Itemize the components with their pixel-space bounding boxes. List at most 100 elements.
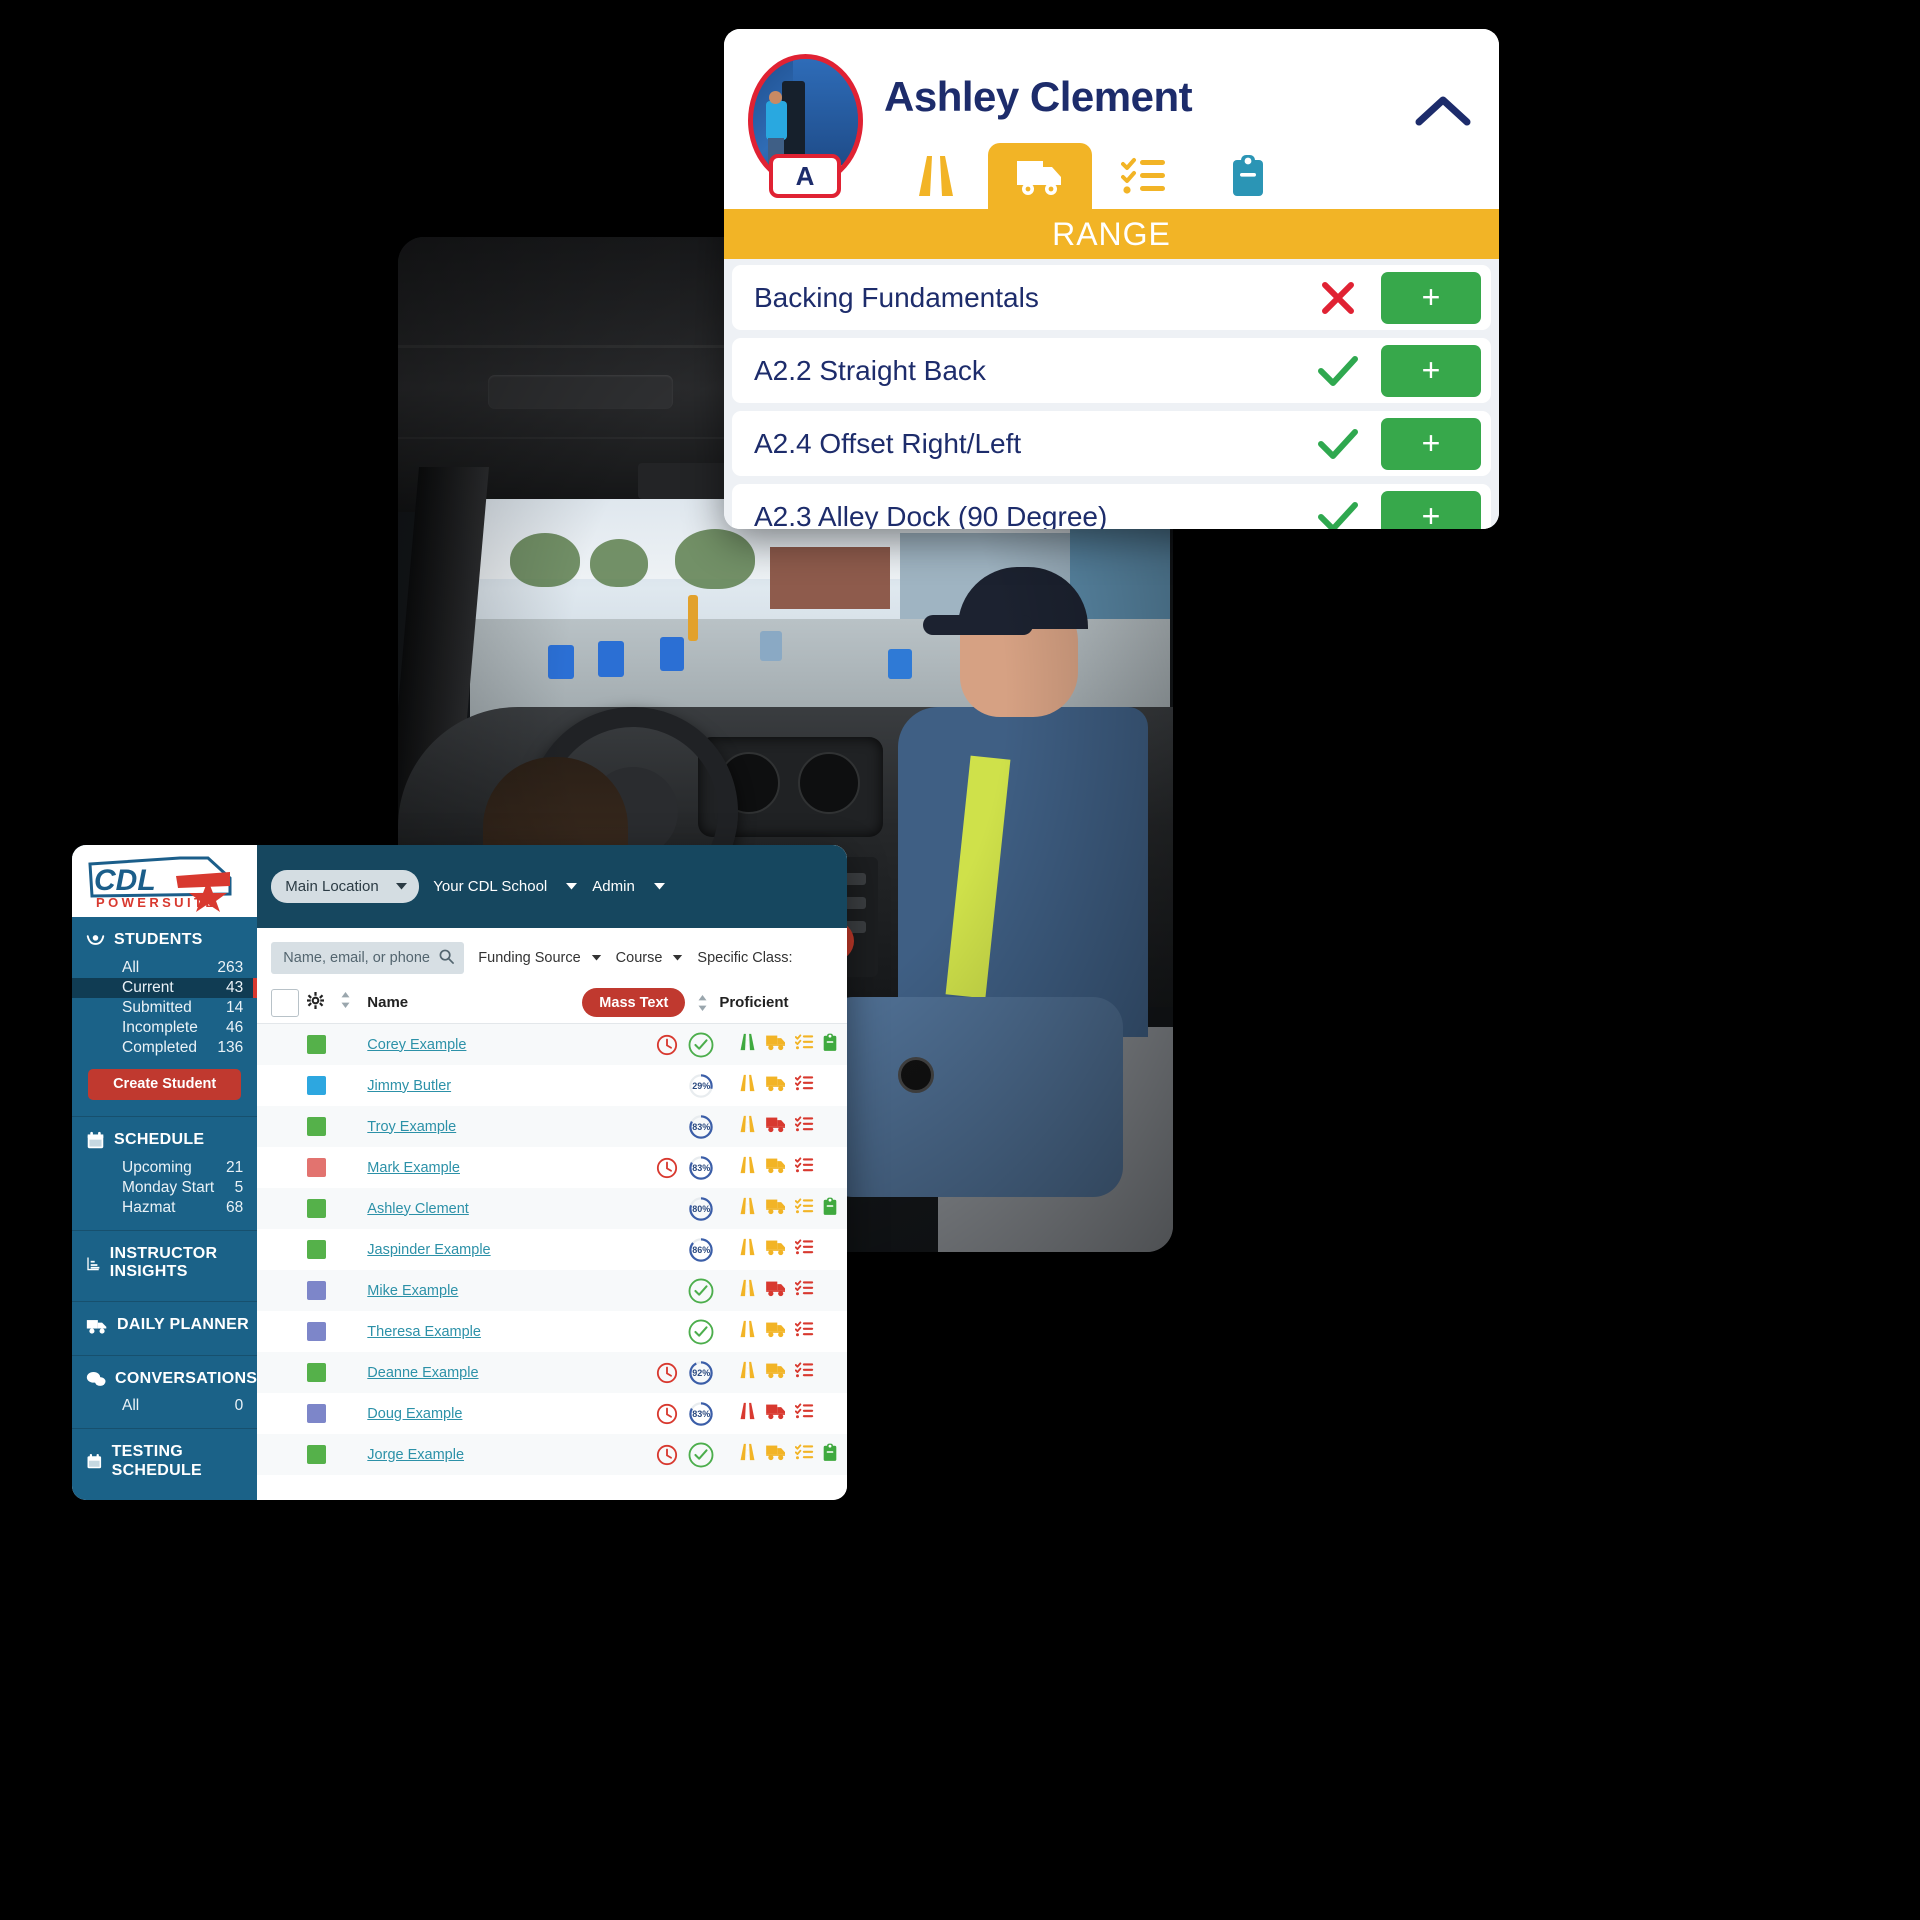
table-row[interactable]: Mike Example bbox=[257, 1270, 847, 1311]
student-name-link[interactable]: Mike Example bbox=[367, 1282, 582, 1300]
truck-icon[interactable] bbox=[765, 1197, 787, 1220]
table-row[interactable]: Doug Example 83% bbox=[257, 1393, 847, 1434]
search-input[interactable]: Name, email, or phone bbox=[271, 942, 465, 974]
student-name-link[interactable]: Mark Example bbox=[367, 1159, 582, 1177]
table-row[interactable]: Corey Example bbox=[257, 1024, 847, 1065]
truck-icon[interactable] bbox=[765, 1320, 787, 1343]
sidebar-item-schedule[interactable]: SCHEDULE bbox=[72, 1127, 257, 1158]
location-select[interactable]: Main Location bbox=[271, 870, 420, 903]
checklist-icon[interactable] bbox=[795, 1033, 814, 1056]
tab-range[interactable] bbox=[988, 143, 1092, 209]
student-name-link[interactable]: Ashley Clement bbox=[367, 1200, 582, 1218]
sort-icon-name[interactable] bbox=[341, 992, 367, 1013]
road-icon[interactable] bbox=[738, 1115, 757, 1138]
create-student-button[interactable]: Create Student bbox=[88, 1068, 242, 1100]
chevron-up-icon[interactable] bbox=[1413, 87, 1473, 133]
checklist-icon[interactable] bbox=[795, 1197, 814, 1220]
sidebar-row-current[interactable]: Current 43 bbox=[72, 977, 258, 998]
checklist-icon[interactable] bbox=[795, 1402, 814, 1425]
checklist-icon[interactable] bbox=[795, 1156, 814, 1179]
student-name-link[interactable]: Deanne Example bbox=[367, 1364, 582, 1382]
mass-text-button[interactable]: Mass Text bbox=[582, 988, 686, 1017]
checklist-icon[interactable] bbox=[795, 1361, 814, 1384]
checklist-icon[interactable] bbox=[795, 1320, 814, 1343]
road-icon[interactable] bbox=[738, 1074, 757, 1097]
truck-icon[interactable] bbox=[765, 1238, 787, 1261]
truck-icon[interactable] bbox=[765, 1074, 787, 1097]
sidebar-item-daily-planner[interactable]: DAILY PLANNER bbox=[72, 1312, 257, 1342]
road-icon[interactable] bbox=[738, 1033, 757, 1056]
column-header-proficient[interactable]: Proficient bbox=[719, 994, 788, 1011]
skill-row[interactable]: A2.4 Offset Right/Left + bbox=[732, 411, 1491, 476]
tab-clipboard[interactable] bbox=[1196, 143, 1300, 209]
clipboard-icon[interactable] bbox=[822, 1033, 838, 1057]
student-name-link[interactable]: Theresa Example bbox=[367, 1323, 582, 1341]
checklist-icon[interactable] bbox=[795, 1115, 814, 1138]
table-row[interactable]: Mark Example 83% bbox=[257, 1147, 847, 1188]
skill-row[interactable]: Backing Fundamentals + bbox=[732, 265, 1491, 330]
truck-icon[interactable] bbox=[765, 1402, 787, 1425]
truck-icon[interactable] bbox=[765, 1443, 787, 1466]
road-icon[interactable] bbox=[738, 1279, 757, 1302]
tab-checklist[interactable] bbox=[1092, 143, 1196, 209]
clipboard-icon[interactable] bbox=[822, 1197, 838, 1221]
sidebar-row-all[interactable]: All 263 bbox=[72, 958, 257, 978]
clipboard-icon[interactable] bbox=[822, 1443, 838, 1467]
course-select[interactable]: Course bbox=[616, 950, 684, 966]
skill-row[interactable]: A2.3 Alley Dock (90 Degree) + bbox=[732, 484, 1491, 529]
add-skill-button[interactable]: + bbox=[1381, 490, 1481, 529]
select-all-checkbox[interactable] bbox=[271, 988, 300, 1017]
add-skill-button[interactable]: + bbox=[1381, 417, 1481, 470]
funding-source-select[interactable]: Funding Source bbox=[478, 950, 601, 966]
student-name-link[interactable]: Corey Example bbox=[367, 1036, 582, 1054]
table-row[interactable]: Theresa Example bbox=[257, 1311, 847, 1352]
sidebar-row-monday-start[interactable]: Monday Start 5 bbox=[72, 1178, 257, 1198]
checklist-icon[interactable] bbox=[795, 1279, 814, 1302]
road-icon[interactable] bbox=[738, 1238, 757, 1261]
add-skill-button[interactable]: + bbox=[1381, 271, 1481, 324]
sidebar-row-upcoming[interactable]: Upcoming 21 bbox=[72, 1158, 257, 1178]
road-icon[interactable] bbox=[738, 1197, 757, 1220]
sidebar-row-hazmat[interactable]: Hazmat 68 bbox=[72, 1198, 257, 1218]
table-row[interactable]: Troy Example 83% bbox=[257, 1106, 847, 1147]
sidebar-row-all[interactable]: All 0 bbox=[72, 1396, 257, 1416]
gear-icon[interactable] bbox=[307, 991, 341, 1014]
student-name-link[interactable]: Doug Example bbox=[367, 1405, 582, 1423]
add-skill-button[interactable]: + bbox=[1381, 344, 1481, 397]
role-select[interactable]: Admin bbox=[592, 878, 666, 895]
checklist-icon[interactable] bbox=[795, 1443, 814, 1466]
road-icon[interactable] bbox=[738, 1402, 757, 1425]
skill-row[interactable]: A2.2 Straight Back + bbox=[732, 338, 1491, 403]
table-row[interactable]: Ashley Clement 80% bbox=[257, 1188, 847, 1229]
table-row[interactable]: Jaspinder Example 86% bbox=[257, 1229, 847, 1270]
school-select[interactable]: Your CDL School bbox=[433, 878, 578, 895]
truck-icon[interactable] bbox=[765, 1361, 787, 1384]
sidebar-item-testing-schedule[interactable]: TESTING SCHEDULE bbox=[72, 1439, 257, 1488]
table-row[interactable]: Jorge Example bbox=[257, 1434, 847, 1475]
road-icon[interactable] bbox=[738, 1320, 757, 1343]
table-row[interactable]: Deanne Example 92% bbox=[257, 1352, 847, 1393]
sidebar-row-completed[interactable]: Completed 136 bbox=[72, 1038, 257, 1058]
sidebar-item-instructor-insights[interactable]: INSTRUCTOR INSIGHTS bbox=[72, 1241, 257, 1290]
student-name-link[interactable]: Jaspinder Example bbox=[367, 1241, 582, 1259]
checklist-icon[interactable] bbox=[795, 1238, 814, 1261]
road-icon[interactable] bbox=[738, 1361, 757, 1384]
sidebar-row-incomplete[interactable]: Incomplete 46 bbox=[72, 1018, 257, 1038]
sort-icon-proficient[interactable] bbox=[685, 994, 719, 1011]
sidebar-item-students[interactable]: STUDENTS bbox=[72, 927, 257, 958]
cdl-powersuite-logo[interactable]: CDL POWERSUITE bbox=[72, 845, 258, 917]
column-header-name[interactable]: Name bbox=[367, 994, 582, 1011]
sidebar-item-conversations[interactable]: CONVERSATIONS bbox=[72, 1366, 257, 1396]
student-name-link[interactable]: Jorge Example bbox=[367, 1446, 582, 1464]
truck-icon[interactable] bbox=[765, 1033, 787, 1056]
tab-road[interactable] bbox=[884, 143, 988, 209]
road-icon[interactable] bbox=[738, 1156, 757, 1179]
truck-icon[interactable] bbox=[765, 1279, 787, 1302]
road-icon[interactable] bbox=[738, 1443, 757, 1466]
truck-icon[interactable] bbox=[765, 1156, 787, 1179]
student-name-link[interactable]: Jimmy Butler bbox=[367, 1077, 582, 1095]
table-row[interactable]: Jimmy Butler 29% bbox=[257, 1065, 847, 1106]
sidebar-row-submitted[interactable]: Submitted 14 bbox=[72, 998, 257, 1018]
truck-icon[interactable] bbox=[765, 1115, 787, 1138]
student-name-link[interactable]: Troy Example bbox=[367, 1118, 582, 1136]
